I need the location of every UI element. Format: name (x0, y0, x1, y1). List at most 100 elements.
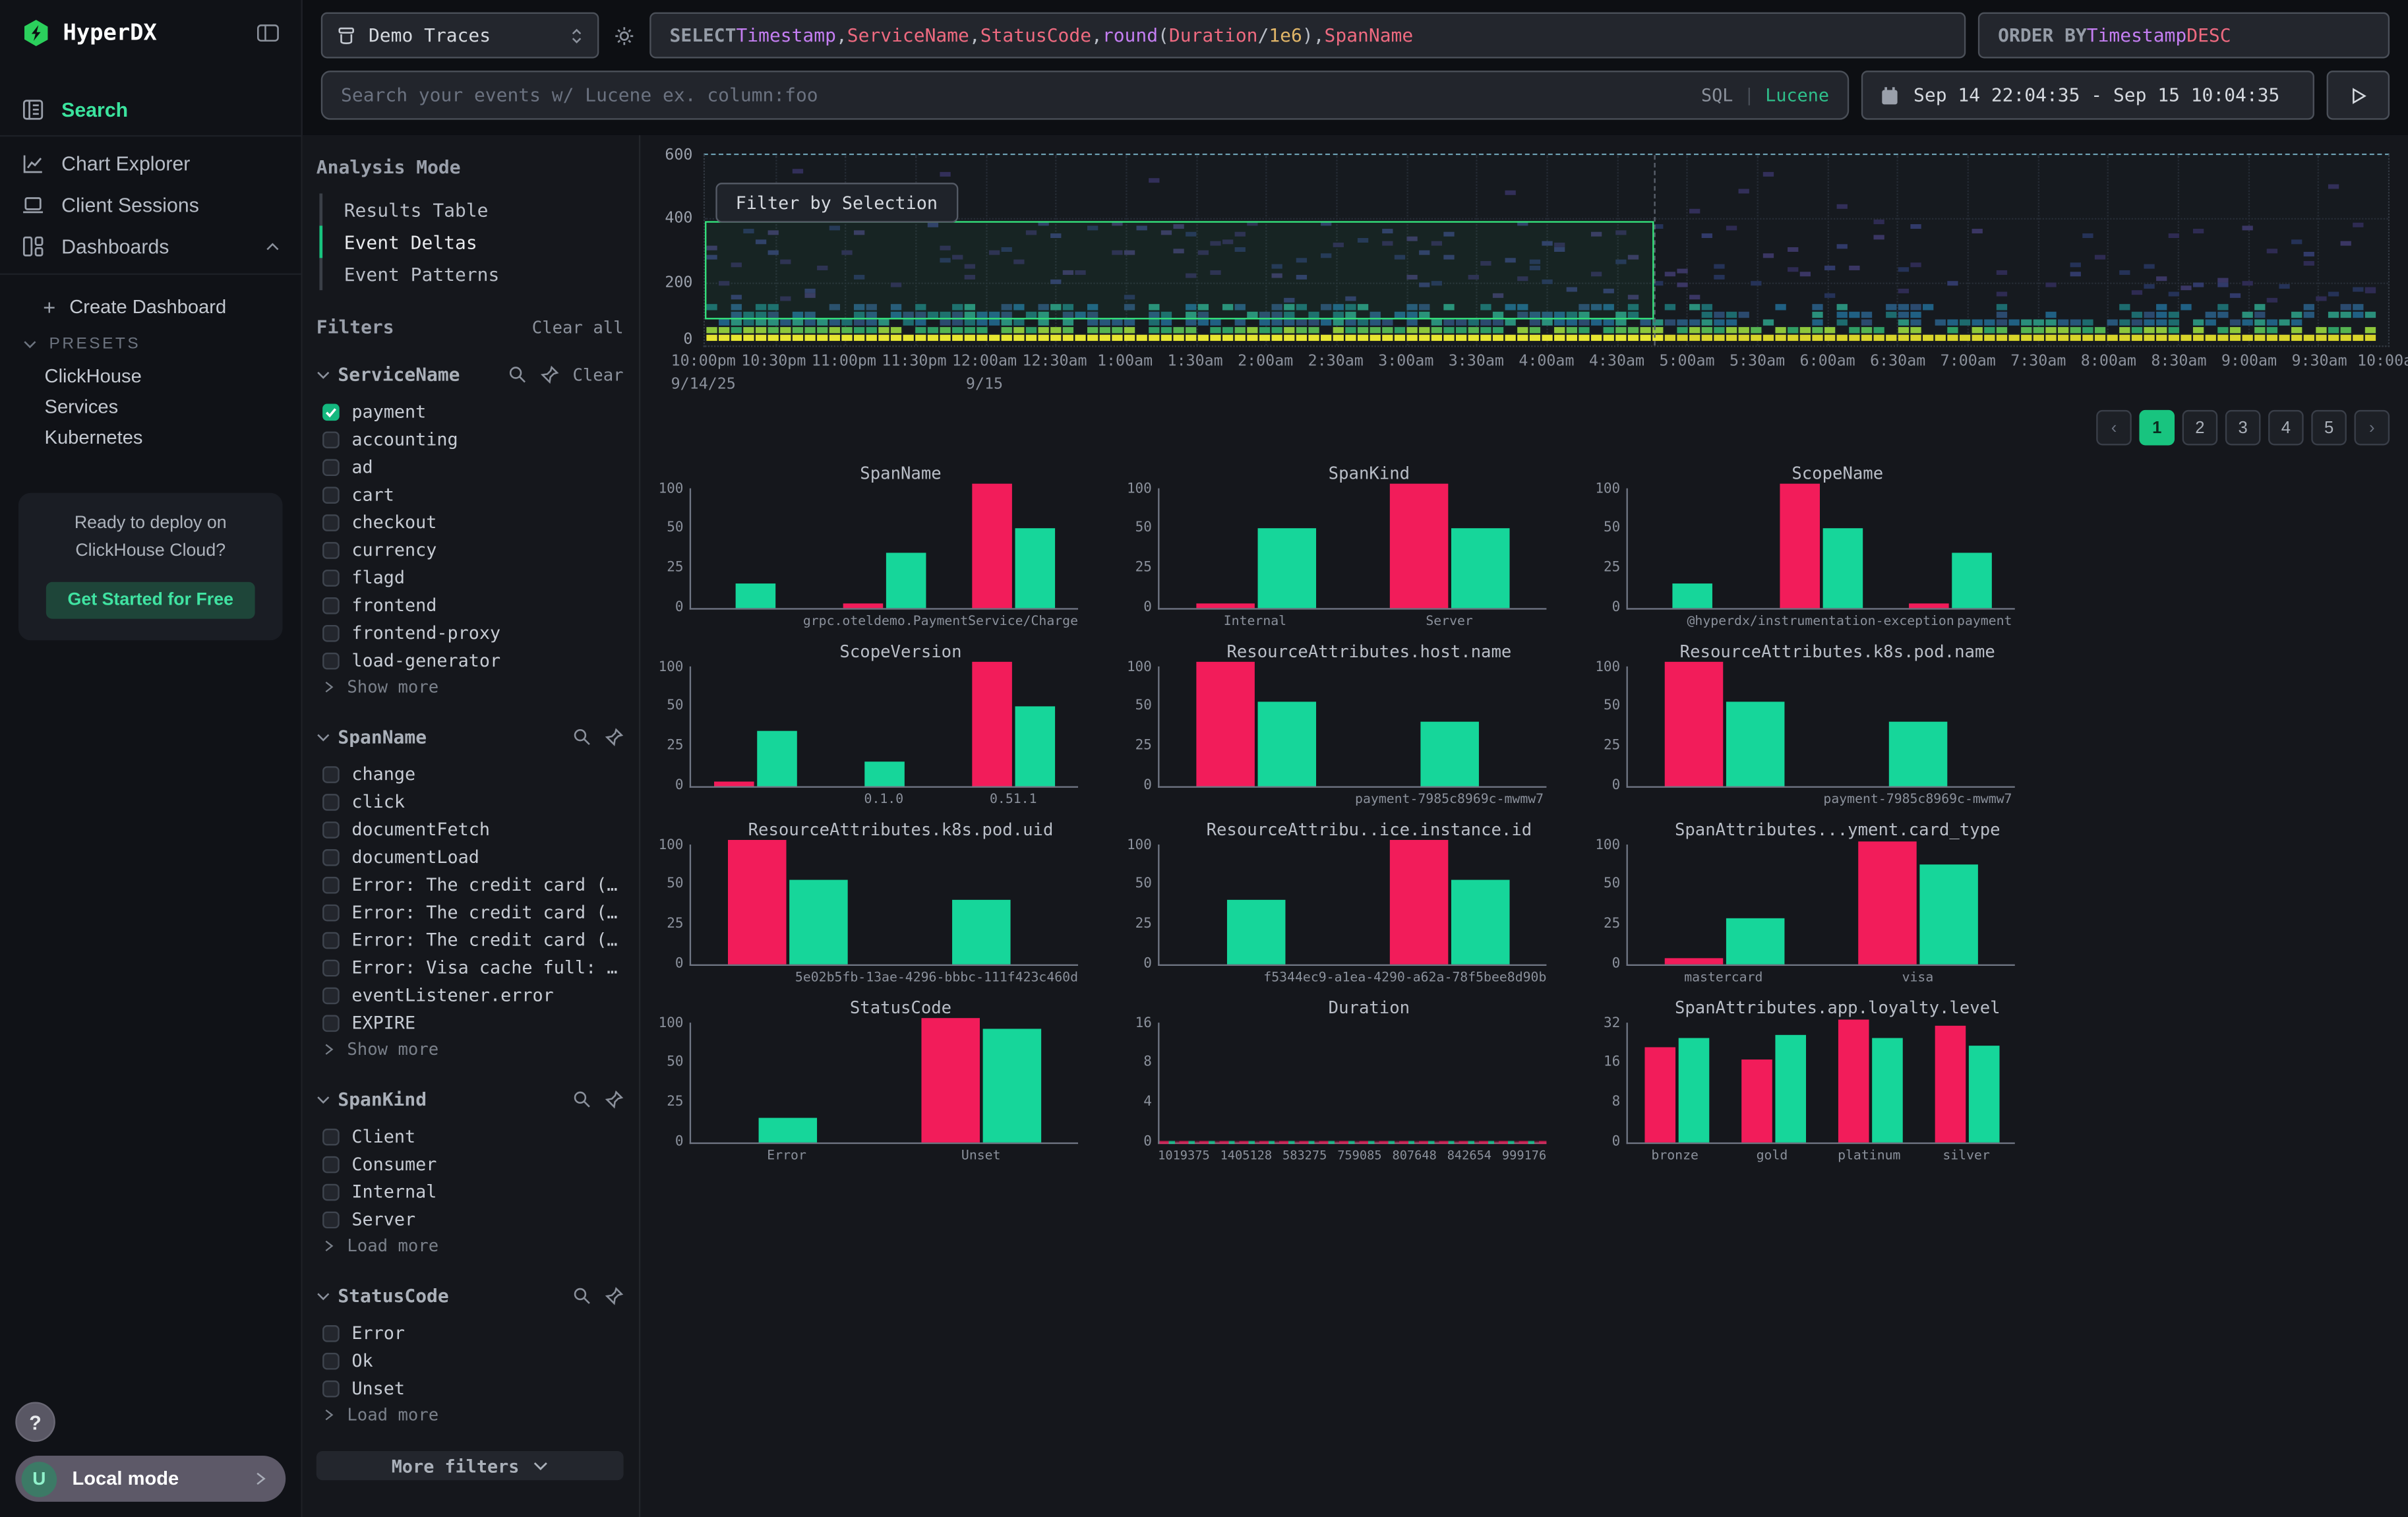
filter-checkbox-item[interactable]: frontend (316, 591, 624, 619)
checkbox-unchecked[interactable] (322, 876, 340, 893)
checkbox-unchecked[interactable] (322, 959, 340, 976)
filter-section-name[interactable]: ServiceName (338, 364, 494, 386)
checkbox-unchecked[interactable] (322, 597, 340, 614)
checkbox-unchecked[interactable] (322, 765, 340, 783)
checkbox-unchecked[interactable] (322, 514, 340, 531)
filter-checkbox-item[interactable]: documentLoad (316, 843, 624, 871)
filter-checkbox-item[interactable]: ad (316, 453, 624, 481)
preset-item-clickhouse[interactable]: ClickHouse (0, 361, 301, 392)
pagination-prev-button[interactable]: ‹ (2096, 410, 2132, 446)
lucene-toggle[interactable]: Lucene (1765, 84, 1829, 106)
filter-checkbox-item[interactable]: Client (316, 1123, 624, 1150)
filter-checkbox-item[interactable]: Error: The credit card (… (316, 899, 624, 926)
checkbox-unchecked[interactable] (322, 431, 340, 448)
more-filters-button[interactable]: More filters (316, 1451, 624, 1480)
preset-item-kubernetes[interactable]: Kubernetes (0, 423, 301, 454)
pagination-page-2[interactable]: 2 (2182, 410, 2218, 446)
checkbox-unchecked[interactable] (322, 652, 340, 669)
date-range-picker[interactable]: Sep 14 22:04:35 - Sep 15 10:04:35 (1861, 71, 2314, 120)
checkbox-unchecked[interactable] (322, 1183, 340, 1201)
filter-checkbox-item[interactable]: Error: Visa cache full: … (316, 953, 624, 981)
analysis-mode-results-table[interactable]: Results Table (322, 193, 624, 225)
checkbox-unchecked[interactable] (322, 1156, 340, 1173)
checkbox-unchecked[interactable] (322, 793, 340, 810)
pin-icon[interactable] (605, 1090, 624, 1109)
create-dashboard-button[interactable]: + Create Dashboard (0, 290, 301, 324)
selection-rectangle[interactable] (705, 222, 1654, 318)
filter-section-name[interactable]: SpanKind (338, 1088, 558, 1110)
show-more-button[interactable]: Load more (316, 1233, 624, 1259)
filter-checkbox-item[interactable]: Internal (316, 1177, 624, 1205)
pagination-page-4[interactable]: 4 (2268, 410, 2304, 446)
gear-icon[interactable] (613, 24, 636, 47)
show-more-button[interactable]: Show more (316, 674, 624, 700)
filter-checkbox-item[interactable]: Error: The credit card (… (316, 871, 624, 899)
get-started-button[interactable]: Get Started for Free (46, 581, 255, 618)
checkbox-unchecked[interactable] (322, 1324, 340, 1342)
filter-by-selection-button[interactable]: Filter by Selection (715, 183, 957, 223)
events-heatmap[interactable]: Filter by Selection (704, 154, 2390, 347)
pagination-page-5[interactable]: 5 (2311, 410, 2347, 446)
checkbox-unchecked[interactable] (322, 1128, 340, 1145)
filter-checkbox-item[interactable]: Unset (316, 1375, 624, 1402)
pagination-page-3[interactable]: 3 (2225, 410, 2261, 446)
search-input[interactable]: Search your events w/ Lucene ex. column:… (321, 71, 1849, 120)
filter-checkbox-item[interactable]: documentFetch (316, 816, 624, 843)
checkbox-unchecked[interactable] (322, 569, 340, 586)
checkbox-unchecked[interactable] (322, 932, 340, 949)
filter-checkbox-item[interactable]: checkout (316, 508, 624, 536)
filter-checkbox-item[interactable]: Consumer (316, 1150, 624, 1177)
checkbox-unchecked[interactable] (322, 1380, 340, 1397)
search-icon[interactable] (573, 1090, 591, 1109)
show-more-button[interactable]: Show more (316, 1036, 624, 1063)
filter-checkbox-item[interactable]: currency (316, 536, 624, 564)
checkbox-unchecked[interactable] (322, 821, 340, 838)
pagination-next-button[interactable]: › (2355, 410, 2390, 446)
checkbox-unchecked[interactable] (322, 486, 340, 503)
sql-toggle[interactable]: SQL (1701, 84, 1733, 106)
checkbox-unchecked[interactable] (322, 1210, 340, 1228)
checkbox-unchecked[interactable] (322, 458, 340, 475)
sidebar-item-chart-explorer[interactable]: Chart Explorer (0, 143, 301, 185)
clear-filter-button[interactable]: Clear (572, 365, 623, 384)
checkbox-unchecked[interactable] (322, 904, 340, 921)
filter-checkbox-item[interactable]: EXPIRE (316, 1009, 624, 1036)
help-button[interactable]: ? (15, 1402, 55, 1442)
local-mode-button[interactable]: U Local mode (15, 1456, 286, 1502)
filter-checkbox-item[interactable]: flagd (316, 564, 624, 591)
run-query-button[interactable] (2327, 71, 2390, 120)
sql-select-input[interactable]: SELECT Timestamp, ServiceName, StatusCod… (649, 13, 1966, 59)
pagination-page-1[interactable]: 1 (2139, 410, 2175, 446)
filter-checkbox-item[interactable]: load-generator (316, 647, 624, 674)
filter-checkbox-item[interactable]: Ok (316, 1347, 624, 1375)
filter-checkbox-item[interactable]: Error (316, 1319, 624, 1347)
source-select[interactable]: Demo Traces (321, 13, 599, 59)
filter-checkbox-item[interactable]: Server (316, 1205, 624, 1233)
checkbox-unchecked[interactable] (322, 1352, 340, 1369)
clear-all-button[interactable]: Clear all (532, 317, 624, 337)
filter-checkbox-item[interactable]: accounting (316, 425, 624, 453)
search-icon[interactable] (573, 728, 591, 746)
order-by-input[interactable]: ORDER BY Timestamp DESC (1978, 13, 2390, 59)
search-icon[interactable] (508, 365, 527, 384)
pin-icon[interactable] (541, 365, 559, 384)
checkbox-checked[interactable] (322, 403, 340, 420)
pin-icon[interactable] (605, 728, 624, 746)
checkbox-unchecked[interactable] (322, 541, 340, 558)
sidebar-collapse-icon[interactable] (256, 22, 280, 45)
filter-checkbox-item[interactable]: click (316, 788, 624, 816)
presets-header[interactable]: PRESETS (0, 327, 301, 361)
checkbox-unchecked[interactable] (322, 1014, 340, 1031)
filter-section-name[interactable]: SpanName (338, 727, 558, 748)
show-more-button[interactable]: Load more (316, 1402, 624, 1428)
sidebar-item-search[interactable]: Search (0, 89, 301, 131)
analysis-mode-event-deltas[interactable]: Event Deltas (322, 225, 624, 258)
analysis-mode-event-patterns[interactable]: Event Patterns (322, 258, 624, 290)
sidebar-item-dashboards[interactable]: Dashboards (0, 225, 301, 267)
preset-item-services[interactable]: Services (0, 392, 301, 423)
filter-checkbox-item[interactable]: Error: The credit card (… (316, 926, 624, 953)
filter-section-name[interactable]: StatusCode (338, 1285, 558, 1307)
checkbox-unchecked[interactable] (322, 624, 340, 641)
search-icon[interactable] (573, 1287, 591, 1305)
filter-checkbox-item[interactable]: change (316, 760, 624, 788)
